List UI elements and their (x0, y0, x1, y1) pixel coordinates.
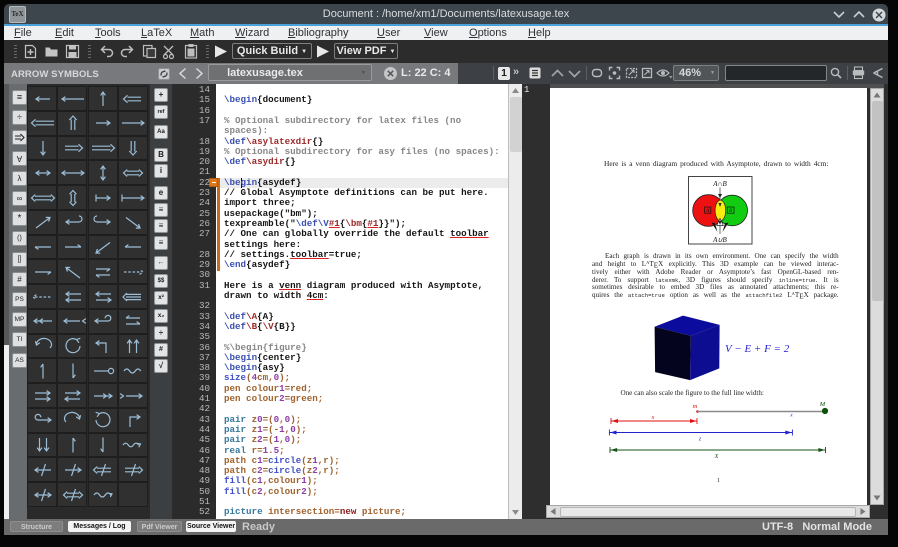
svg-text:A∪B: A∪B (712, 236, 727, 244)
svg-text:X: X (714, 453, 720, 460)
svg-text:A∩B: A∩B (712, 180, 727, 188)
svg-text:z: z (698, 437, 702, 443)
svg-text:m: m (693, 403, 698, 410)
svg-text:A: A (705, 208, 710, 214)
svg-text:M: M (819, 401, 826, 408)
svg-text:x: x (789, 414, 793, 419)
svg-text:x: x (651, 415, 655, 421)
